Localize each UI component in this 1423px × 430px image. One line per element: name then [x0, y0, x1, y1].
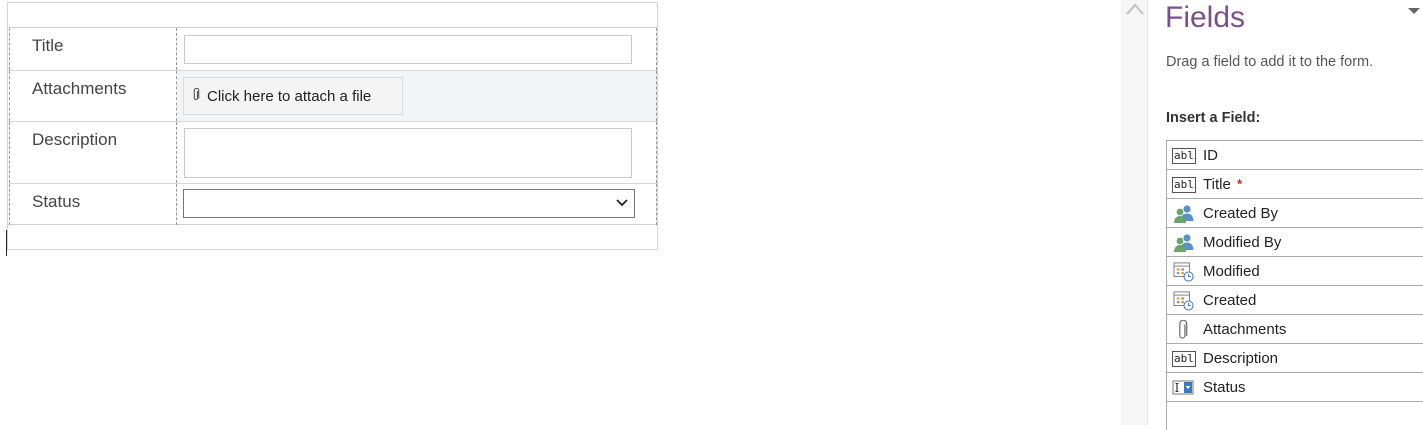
title-input[interactable] [184, 35, 632, 64]
title-label: Title [32, 36, 64, 55]
attachments-label: Attachments [32, 79, 127, 98]
panel-hint: Drag a field to add it to the form. [1166, 54, 1374, 70]
form-row-title: Title [9, 28, 657, 71]
date-time-icon [1173, 291, 1194, 311]
field-item-modified-by[interactable]: Modified By [1167, 228, 1423, 257]
date-time-icon [1173, 262, 1194, 282]
people-icon [1174, 205, 1194, 223]
field-name: Attachments [1203, 321, 1287, 338]
field-list: abl ID abl Title * Created By Modified By [1166, 140, 1423, 430]
status-select[interactable] [183, 189, 635, 218]
text-field-icon: abl [1172, 177, 1196, 193]
field-item-description[interactable]: abl Description [1167, 344, 1423, 373]
field-item-title[interactable]: abl Title * [1167, 170, 1423, 199]
field-name: Status [1203, 379, 1246, 396]
collapse-arrow-icon[interactable] [1407, 6, 1421, 16]
attach-file-button[interactable]: Click here to attach a file [183, 77, 403, 115]
field-name: Created [1203, 292, 1257, 309]
field-item-created[interactable]: Created [1167, 286, 1423, 315]
scroll-up-icon[interactable] [1125, 2, 1145, 16]
form-control-cell: Click here to attach a file [177, 71, 657, 121]
form-label-cell: Attachments [9, 71, 177, 121]
field-item-id[interactable]: abl ID [1167, 141, 1423, 170]
chevron-down-icon [616, 199, 628, 207]
paperclip-icon [1179, 320, 1188, 339]
description-textarea[interactable] [184, 128, 632, 178]
form-control-cell [177, 184, 657, 225]
insert-field-heading: Insert a Field: [1166, 110, 1261, 126]
form-label-cell: Title [9, 28, 177, 70]
field-name: Modified By [1203, 234, 1282, 251]
choice-icon [1172, 380, 1194, 395]
form-row-status: Status [9, 184, 657, 225]
field-name: ID [1203, 147, 1218, 164]
field-name: Modified [1203, 263, 1260, 280]
status-label: Status [32, 192, 81, 211]
form-canvas: Title Attachments Click here to attach a… [7, 2, 658, 250]
field-name: Description [1203, 350, 1279, 367]
field-name: Title * [1203, 176, 1243, 193]
form-field-grid: Title Attachments Click here to attach a… [9, 27, 657, 225]
field-item-attachments[interactable]: Attachments [1167, 315, 1423, 344]
text-field-icon: abl [1172, 148, 1196, 164]
text-field-icon: abl [1172, 351, 1196, 367]
required-marker: * [1236, 176, 1243, 193]
attach-file-text: Click here to attach a file [207, 88, 372, 105]
form-control-cell [177, 122, 657, 183]
form-label-cell: Description [9, 122, 177, 183]
form-label-cell: Status [9, 184, 177, 225]
form-row-description: Description [9, 122, 657, 184]
form-row-attachments: Attachments Click here to attach a file [9, 71, 657, 122]
panel-title: Fields [1165, 1, 1246, 34]
fields-panel: Fields Drag a field to add it to the for… [1121, 0, 1423, 430]
field-item-created-by[interactable]: Created By [1167, 199, 1423, 228]
people-icon [1174, 234, 1194, 252]
paperclip-icon [193, 88, 200, 101]
text-cursor [6, 230, 7, 256]
field-item-modified[interactable]: Modified [1167, 257, 1423, 286]
field-item-status[interactable]: Status [1167, 373, 1423, 402]
form-control-cell [177, 28, 657, 70]
field-name-text: Title [1203, 176, 1231, 193]
description-label: Description [32, 130, 118, 149]
panel-scrollbar[interactable] [1121, 0, 1148, 425]
field-name: Created By [1203, 205, 1279, 222]
